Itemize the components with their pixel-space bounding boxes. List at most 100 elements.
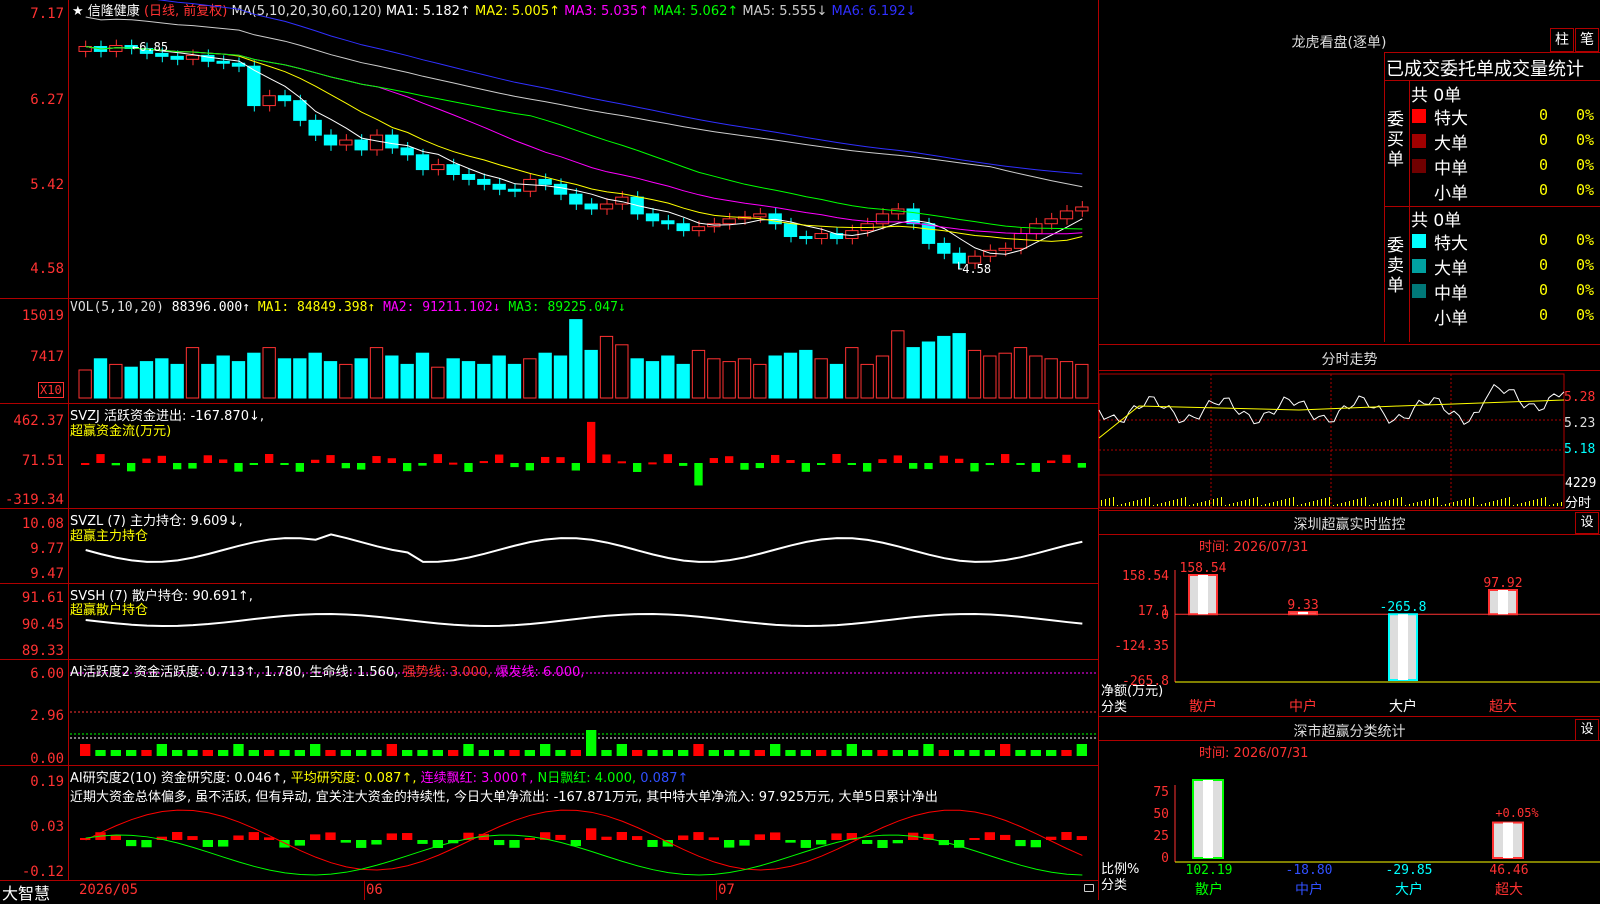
monitor-category-label: 散户 — [1189, 698, 1217, 715]
intraday-volume-bar — [1273, 502, 1274, 506]
volume-bar — [262, 347, 276, 399]
svzj-subtitle: 超赢资金流(万元) — [70, 424, 172, 439]
intraday-volume-bar — [1177, 499, 1178, 506]
ai2-axis-tick: 0.19 — [30, 774, 64, 790]
intraday-volume-bar — [1269, 503, 1270, 506]
activity-bar — [923, 744, 934, 756]
intraday-volume-bar — [1169, 501, 1170, 506]
intraday-volume-bar — [1133, 501, 1134, 506]
activity-bar — [233, 744, 244, 756]
monitor-bar-label: -265.8 — [1380, 600, 1427, 615]
svzj-axis-tick: -319.34 — [4, 492, 64, 508]
candle-body — [584, 203, 598, 210]
activity-bar — [402, 750, 413, 756]
fund-flow-bar — [311, 459, 320, 463]
vol-axis-tick: 7417 — [30, 349, 64, 365]
fund-flow-bar — [219, 459, 228, 463]
volume-bar — [707, 358, 721, 399]
activity-bar — [846, 744, 857, 756]
activity-bar — [908, 750, 919, 756]
research-bar — [218, 840, 229, 847]
volume-bar — [492, 355, 506, 399]
research-bar — [892, 840, 903, 844]
intraday-volume-bar — [1285, 499, 1286, 506]
activity-bar — [816, 750, 827, 756]
fund-flow-bar — [372, 456, 381, 463]
research-bar — [1061, 832, 1072, 840]
research-bar — [555, 834, 566, 840]
volume-bar — [231, 361, 246, 399]
monitor-category-label: 中户 — [1289, 698, 1317, 715]
activity-bar — [95, 750, 106, 756]
fund-flow-bar — [587, 421, 596, 463]
vol-ma-value-1: MA1: 84849.398↑ — [257, 300, 376, 315]
intraday-volume-bar — [1529, 501, 1530, 506]
lock-icon[interactable] — [1084, 884, 1094, 892]
fund-flow-bar — [525, 463, 534, 471]
research-bar — [785, 840, 796, 843]
intraday-volume-bar — [1233, 503, 1234, 506]
svzj-axis-tick: 71.51 — [21, 453, 64, 469]
intraday-volume-bar — [1385, 501, 1386, 506]
fund-flow-bar — [142, 458, 151, 463]
intraday-volume-bar — [1437, 497, 1438, 506]
ai1-axis-tick: 6.00 — [30, 666, 64, 682]
stats-bar-label: 46.46 — [1489, 863, 1528, 878]
volume-bar — [737, 358, 752, 399]
fund-flow-bar — [265, 454, 274, 463]
monitor-category-label: 超大 — [1489, 699, 1517, 715]
intraday-volume-bar — [1349, 501, 1350, 506]
svsh-axis-tick: 89.33 — [21, 643, 64, 659]
candlestick-chart[interactable] — [0, 0, 1100, 900]
svsh-axis-tick: 91.61 — [21, 590, 64, 606]
intraday-volume-bar — [1321, 499, 1322, 506]
volume-bar — [538, 352, 552, 399]
research-bar — [172, 832, 183, 840]
volume-bar — [952, 333, 966, 399]
intraday-volume-bar — [1477, 505, 1478, 506]
volume-bar — [369, 347, 384, 399]
activity-bar — [218, 750, 229, 756]
volume-bar — [661, 355, 675, 399]
date-tick: 07 — [718, 882, 735, 898]
candle-body — [415, 154, 430, 171]
fund-flow-bar — [188, 463, 197, 469]
ma4-line — [85, 46, 1083, 230]
volume-bar — [615, 344, 629, 399]
intraday-volume-bar — [1137, 500, 1138, 506]
volume-bar — [155, 358, 169, 399]
chart-area[interactable]: ★ 信隆健康 (日线, 前复权) MA(5,10,20,30,60,120) M… — [0, 0, 1100, 903]
candle-body — [477, 178, 491, 185]
ma2-line — [85, 46, 1083, 242]
volume-bar — [584, 349, 598, 399]
activity-bar — [739, 750, 750, 756]
intraday-volume-bar — [1453, 502, 1454, 506]
intraday-volume-bar — [1445, 504, 1446, 506]
ai-comment: 近期大资金总体偏多, 虽不活跃, 但有异动, 宜关注大资金的持续性, 今日大单净… — [70, 790, 938, 805]
intraday-volume-bar — [1405, 505, 1406, 506]
research-bar — [862, 840, 873, 844]
activity-bar — [264, 750, 275, 756]
intraday-volume-bar — [1517, 504, 1518, 506]
monitor-bar-highlight — [1398, 614, 1408, 680]
activity-bar — [432, 750, 443, 756]
activity-bar — [371, 750, 382, 756]
intraday-volume-bar — [1229, 504, 1230, 506]
volume-bar — [814, 358, 828, 399]
intraday-volume-bar — [1557, 503, 1558, 506]
research-bar — [647, 840, 658, 847]
fund-flow-bar — [893, 455, 902, 463]
candle-body — [1013, 233, 1028, 249]
fund-flow-bar — [433, 454, 442, 463]
activity-bar — [448, 750, 459, 756]
fund-flow-bar — [1001, 454, 1010, 463]
research-bar — [1076, 836, 1087, 840]
volume-bar — [691, 349, 706, 399]
intraday-volume-bar — [1325, 498, 1326, 506]
research-bar — [1015, 840, 1026, 847]
candle-body — [921, 223, 936, 244]
right-charts: 158.5417.10-124.35-265.8158.54散户9.33中户-2… — [1098, 373, 1600, 898]
fund-flow-bar — [694, 463, 703, 486]
date-tick: 2026/05 — [79, 882, 139, 898]
activity-bar — [662, 750, 673, 756]
